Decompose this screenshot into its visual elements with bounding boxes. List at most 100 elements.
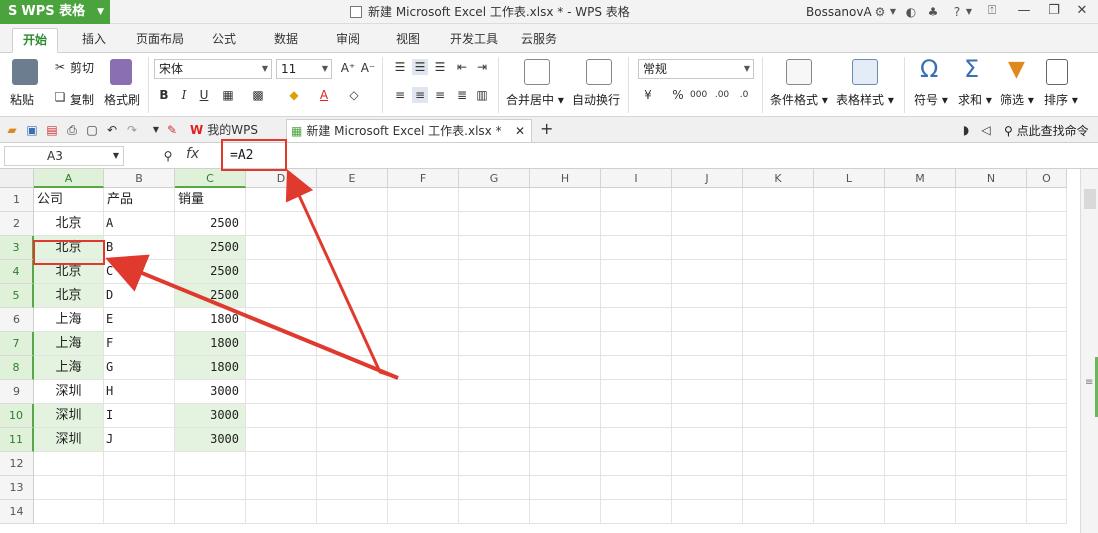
cell-m11[interactable]: [885, 428, 956, 452]
cell-c5[interactable]: 2500: [175, 284, 246, 308]
funnel-icon[interactable]: ▼: [1008, 57, 1025, 82]
cell-h7[interactable]: [530, 332, 601, 356]
italic-icon[interactable]: I: [176, 87, 192, 103]
cell-c1[interactable]: 销量: [175, 188, 246, 212]
table-style-button[interactable]: 表格样式 ▾: [836, 91, 894, 108]
tab-insert[interactable]: 插入: [72, 28, 116, 53]
select-all-corner[interactable]: [0, 169, 34, 188]
font-grow-icon[interactable]: A⁺: [340, 60, 356, 76]
cell-b6[interactable]: E: [104, 308, 175, 332]
cell-b2[interactable]: A: [104, 212, 175, 236]
cell-e11[interactable]: [317, 428, 388, 452]
cell-k14[interactable]: [743, 500, 814, 524]
cell-m13[interactable]: [885, 476, 956, 500]
cell-e8[interactable]: [317, 356, 388, 380]
cell-d4[interactable]: [246, 260, 317, 284]
cell-f10[interactable]: [388, 404, 459, 428]
table-style-icon[interactable]: [852, 59, 878, 85]
cell-o2[interactable]: [1027, 212, 1067, 236]
row-header[interactable]: 7: [0, 332, 34, 356]
cell-k5[interactable]: [743, 284, 814, 308]
bold-icon[interactable]: B: [156, 87, 172, 103]
cell-i11[interactable]: [601, 428, 672, 452]
font-name-select[interactable]: 宋体 ▼: [154, 59, 272, 79]
cell-k9[interactable]: [743, 380, 814, 404]
cell-d12[interactable]: [246, 452, 317, 476]
cell-n6[interactable]: [956, 308, 1027, 332]
cell-c6[interactable]: 1800: [175, 308, 246, 332]
column-header-o[interactable]: O: [1027, 169, 1067, 188]
cell-b13[interactable]: [104, 476, 175, 500]
cell-n7[interactable]: [956, 332, 1027, 356]
cell-j6[interactable]: [672, 308, 743, 332]
cell-d8[interactable]: [246, 356, 317, 380]
cell-l5[interactable]: [814, 284, 885, 308]
cell-l12[interactable]: [814, 452, 885, 476]
cell-g4[interactable]: [459, 260, 530, 284]
cell-o6[interactable]: [1027, 308, 1067, 332]
cell-m1[interactable]: [885, 188, 956, 212]
cell-o3[interactable]: [1027, 236, 1067, 260]
tab-cloud[interactable]: 云服务: [512, 28, 566, 53]
cell-i6[interactable]: [601, 308, 672, 332]
zoom-magnifier-icon[interactable]: ⚲: [160, 148, 176, 164]
cell-m8[interactable]: [885, 356, 956, 380]
shirt-icon[interactable]: ♣: [924, 0, 942, 24]
cell-a2[interactable]: 北京: [34, 212, 104, 236]
tab-data[interactable]: 数据: [266, 28, 306, 53]
cell-c7[interactable]: 1800: [175, 332, 246, 356]
cell-f14[interactable]: [388, 500, 459, 524]
cell-b10[interactable]: I: [104, 404, 175, 428]
cell-a6[interactable]: 上海: [34, 308, 104, 332]
cell-m10[interactable]: [885, 404, 956, 428]
cell-j14[interactable]: [672, 500, 743, 524]
cell-j2[interactable]: [672, 212, 743, 236]
cell-c9[interactable]: 3000: [175, 380, 246, 404]
filter-button[interactable]: 筛选 ▾: [1000, 91, 1034, 108]
cell-f6[interactable]: [388, 308, 459, 332]
wrap-text-icon[interactable]: [586, 59, 612, 85]
cell-l9[interactable]: [814, 380, 885, 404]
cell-d9[interactable]: [246, 380, 317, 404]
cell-e7[interactable]: [317, 332, 388, 356]
row-header[interactable]: 1: [0, 188, 34, 212]
cell-h8[interactable]: [530, 356, 601, 380]
cell-d5[interactable]: [246, 284, 317, 308]
cell-j10[interactable]: [672, 404, 743, 428]
cell-j7[interactable]: [672, 332, 743, 356]
cell-g2[interactable]: [459, 212, 530, 236]
ribbon-toggle-icon[interactable]: ⍐: [976, 0, 1008, 24]
cell-n12[interactable]: [956, 452, 1027, 476]
cell-g13[interactable]: [459, 476, 530, 500]
chevron-down-icon[interactable]: ▼: [964, 0, 974, 24]
cell-c14[interactable]: [175, 500, 246, 524]
indent-left-icon[interactable]: ⇤: [454, 59, 470, 75]
cell-h4[interactable]: [530, 260, 601, 284]
cell-h11[interactable]: [530, 428, 601, 452]
cell-f11[interactable]: [388, 428, 459, 452]
cell-d6[interactable]: [246, 308, 317, 332]
chevron-down-icon[interactable]: ▼: [888, 0, 898, 24]
align-bottom-icon[interactable]: ☰: [432, 59, 448, 75]
cell-k12[interactable]: [743, 452, 814, 476]
indent-right-icon[interactable]: ⇥: [474, 59, 490, 75]
cell-b4[interactable]: C: [104, 260, 175, 284]
sum-button[interactable]: 求和 ▾: [958, 91, 992, 108]
cell-m6[interactable]: [885, 308, 956, 332]
cell-k3[interactable]: [743, 236, 814, 260]
cell-j13[interactable]: [672, 476, 743, 500]
number-format-select[interactable]: 常规 ▼: [638, 59, 754, 79]
cell-m4[interactable]: [885, 260, 956, 284]
cell-h12[interactable]: [530, 452, 601, 476]
cell-b1[interactable]: 产品: [104, 188, 175, 212]
cell-o1[interactable]: [1027, 188, 1067, 212]
cell-b12[interactable]: [104, 452, 175, 476]
cell-c2[interactable]: 2500: [175, 212, 246, 236]
justify-icon[interactable]: ≣: [454, 87, 470, 103]
cell-g10[interactable]: [459, 404, 530, 428]
export-pdf-icon[interactable]: ▤: [44, 122, 60, 138]
borders-icon[interactable]: ▦: [220, 87, 236, 103]
cell-f5[interactable]: [388, 284, 459, 308]
cell-a5[interactable]: 北京: [34, 284, 104, 308]
cell-c4[interactable]: 2500: [175, 260, 246, 284]
